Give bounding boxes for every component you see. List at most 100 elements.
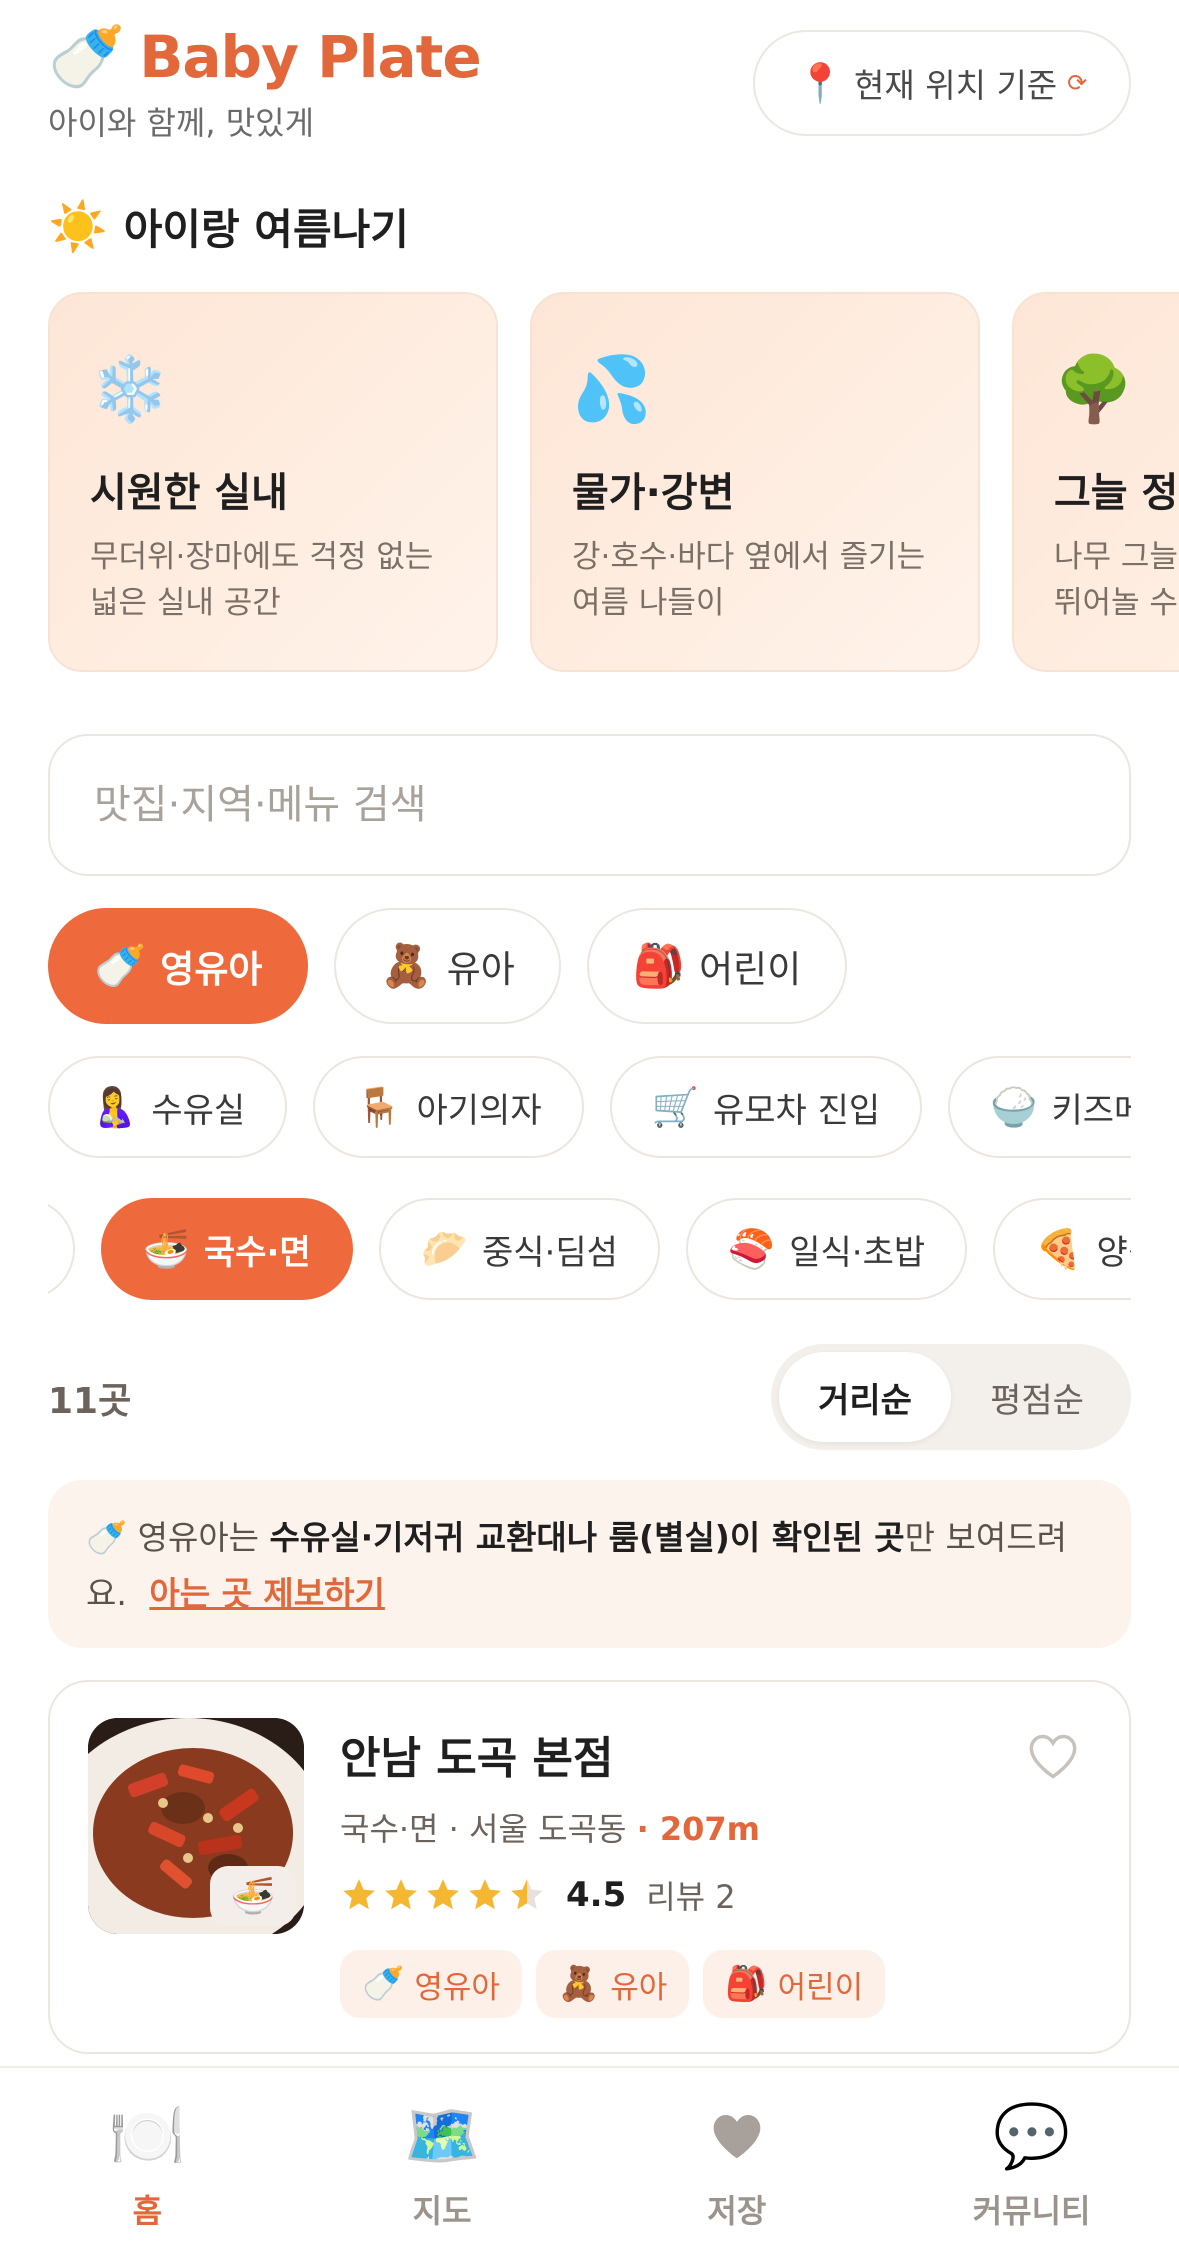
tab-community[interactable]: 💬 커뮤니티 [884, 2068, 1179, 2262]
summer-card-shade[interactable]: 🌳 그늘 정원 나무 그늘 뛰어놀 수 [1012, 292, 1179, 672]
card-title: 물가·강변 [572, 470, 735, 516]
tab-label: 저장 [707, 2192, 767, 2230]
chip-label: 유모차 진입 [712, 1090, 881, 1131]
filter-stroller-access[interactable]: 🛒 유모차 진입 [609, 1056, 923, 1158]
sort-rating[interactable]: 평점순 [951, 1352, 1123, 1442]
filter-nursing-room[interactable]: 🤱 수유실 [48, 1056, 288, 1158]
backpack-icon: 🎒 [632, 941, 686, 990]
filter-infant[interactable]: 🍼 영유아 [48, 908, 309, 1024]
sort-distance[interactable]: 거리순 [779, 1352, 951, 1442]
filter-category-chinese[interactable]: 🥟 중식·딤섬 [378, 1198, 660, 1300]
summer-section-title: ☀️ 아이랑 여름나기 [48, 196, 409, 257]
star-icon [469, 1879, 501, 1910]
heart-icon [713, 2115, 761, 2159]
water-drops-icon: 💦 [572, 353, 652, 427]
sun-icon: ☀️ [48, 199, 108, 255]
tab-label: 지도 [412, 2192, 472, 2230]
chip-label: 중식·딤섬 [481, 1232, 618, 1273]
tag-toddler: 🧸 유아 [535, 1950, 690, 2018]
filter-child[interactable]: 🎒 어린이 [586, 908, 848, 1024]
dumpling-icon: 🥟 [420, 1226, 468, 1271]
tab-map[interactable]: 🗺️ 지도 [295, 2068, 590, 2262]
baby-bottle-icon: 🍼 [94, 941, 147, 990]
noodle-bowl-icon: 🍜 [142, 1226, 190, 1271]
summer-card-water[interactable]: 💦 물가·강변 강·호수·바다 옆에서 즐기는 여름 나들이 [530, 292, 980, 672]
place-name: 안남 도곡 본점 [340, 1733, 614, 1784]
tab-home[interactable]: 🍽️ 홈 [0, 2068, 295, 2262]
location-label: 현재 위치 기준 [854, 66, 1058, 105]
card-description: 나무 그늘 뛰어놀 수 [1054, 534, 1179, 626]
filter-category-noodles[interactable]: 🍜 국수·면 [100, 1198, 353, 1300]
chip-label: 양식 [1096, 1232, 1131, 1273]
card-desc-line: 넓은 실내 공간 [90, 585, 281, 621]
bottom-tab-bar: 🍽️ 홈 🗺️ 지도 저장 💬 커뮤니티 [0, 2066, 1179, 2262]
filter-high-chair[interactable]: 🪑 아기의자 [313, 1056, 584, 1158]
filter-category-western[interactable]: 🍕 양식 [993, 1198, 1131, 1300]
card-desc-line: 나무 그늘 [1054, 539, 1178, 575]
chip-label: 영유아 [160, 948, 263, 991]
summer-cards-carousel[interactable]: ❄️ 시원한 실내 무더위·장마에도 걱정 없는 넓은 실내 공간 💦 물가·강… [48, 292, 1179, 672]
section-title-text: 아이랑 여름나기 [123, 205, 409, 254]
filter-toddler[interactable]: 🧸 유아 [334, 908, 561, 1024]
filter-kids-menu[interactable]: 🍚 키즈메뉴 [948, 1056, 1131, 1158]
review-count: 리뷰 2 [646, 1878, 736, 1916]
pizza-icon: 🍕 [1035, 1226, 1083, 1271]
chip-label: 유아 [446, 948, 515, 991]
chair-icon: 🪑 [355, 1084, 403, 1129]
tree-icon: 🌳 [1054, 353, 1134, 427]
tab-saved[interactable]: 저장 [590, 2068, 885, 2262]
facility-filter-row[interactable]: 🤱 수유실 🪑 아기의자 🛒 유모차 진입 🍚 키즈메뉴 [48, 1056, 1131, 1158]
location-button[interactable]: 📍 현재 위치 기준 ⟳ [753, 30, 1131, 136]
card-description: 무더위·장마에도 걱정 없는 넓은 실내 공간 [90, 534, 456, 626]
notice-text-bold: 수유실·기저귀 교환대나 룸(별실)이 확인된 곳 [269, 1518, 905, 1557]
rice-bowl-icon: 🍚 [990, 1084, 1038, 1129]
speech-bubble-icon: 💬 [993, 2099, 1071, 2172]
place-card[interactable]: 🍜 안남 도곡 본점 국수·면 · 서울 도곡동 · 207m 4.5 리뷰 2… [48, 1680, 1131, 2054]
category-filter-row[interactable]: 런치 🍜 국수·면 🥟 중식·딤섬 🍣 일식·초밥 🍕 양식 [48, 1198, 1131, 1300]
search-box[interactable] [48, 734, 1131, 876]
age-filter-row: 🍼 영유아 🧸 유아 🎒 어린이 [48, 908, 848, 1024]
star-icon [343, 1879, 375, 1910]
filter-category-lunch[interactable]: 런치 [48, 1198, 75, 1300]
place-photo: 🍜 [88, 1718, 304, 1934]
plate-cutlery-icon: 🍽️ [108, 2099, 186, 2172]
noodle-bowl-icon: 🍜 [210, 1866, 296, 1926]
tag-label: 영유아 [414, 1969, 500, 2006]
chip-label: 수유실 [151, 1090, 246, 1131]
baby-bottle-icon: 🍼 [86, 1518, 128, 1557]
tab-label: 커뮤니티 [972, 2192, 1091, 2230]
card-description: 강·호수·바다 옆에서 즐기는 여름 나들이 [572, 534, 938, 626]
card-desc-line: 강·호수·바다 옆에서 즐기는 [572, 539, 926, 575]
baby-bottle-icon: 🍼 [48, 20, 126, 93]
search-input[interactable] [94, 782, 1129, 828]
place-meta: 국수·면 · 서울 도곡동 · 207m [340, 1804, 760, 1850]
chip-label: 키즈메뉴 [1051, 1090, 1132, 1131]
teddy-bear-icon: 🧸 [557, 1964, 601, 2004]
tag-label: 유아 [610, 1969, 668, 2006]
refresh-icon: ⟳ [1067, 69, 1088, 97]
star-icon [427, 1879, 459, 1910]
summer-card-indoor[interactable]: ❄️ 시원한 실내 무더위·장마에도 걱정 없는 넓은 실내 공간 [48, 292, 498, 672]
report-place-link[interactable]: 아는 곳 제보하기 [149, 1574, 385, 1613]
breastfeeding-icon: 🤱 [90, 1084, 138, 1129]
card-desc-line: 뛰어놀 수 [1054, 585, 1178, 621]
place-area: 서울 도곡동 [469, 1810, 627, 1848]
filter-category-japanese[interactable]: 🍣 일식·초밥 [685, 1198, 968, 1300]
star-icon [511, 1879, 543, 1910]
heart-outline-icon[interactable] [1027, 1732, 1079, 1780]
pin-icon: 📍 [796, 60, 845, 105]
card-desc-line: 무더위·장마에도 걱정 없는 [90, 539, 434, 575]
chip-label: 어린이 [699, 948, 802, 991]
sort-toggle: 거리순 평점순 [771, 1344, 1131, 1450]
notice-text-pre: 영유아는 [137, 1518, 270, 1557]
place-category: 국수·면 [340, 1810, 439, 1848]
place-rating: 4.5 리뷰 2 [340, 1872, 736, 1918]
card-title: 시원한 실내 [90, 470, 288, 516]
backpack-icon: 🎒 [725, 1964, 768, 2004]
teddy-bear-icon: 🧸 [380, 941, 433, 990]
meta-separator: · [636, 1810, 660, 1848]
card-desc-line: 여름 나들이 [572, 585, 725, 621]
tab-label: 홈 [132, 2192, 163, 2230]
chip-label: 일식·초밥 [789, 1232, 926, 1273]
meta-separator: · [448, 1810, 470, 1848]
